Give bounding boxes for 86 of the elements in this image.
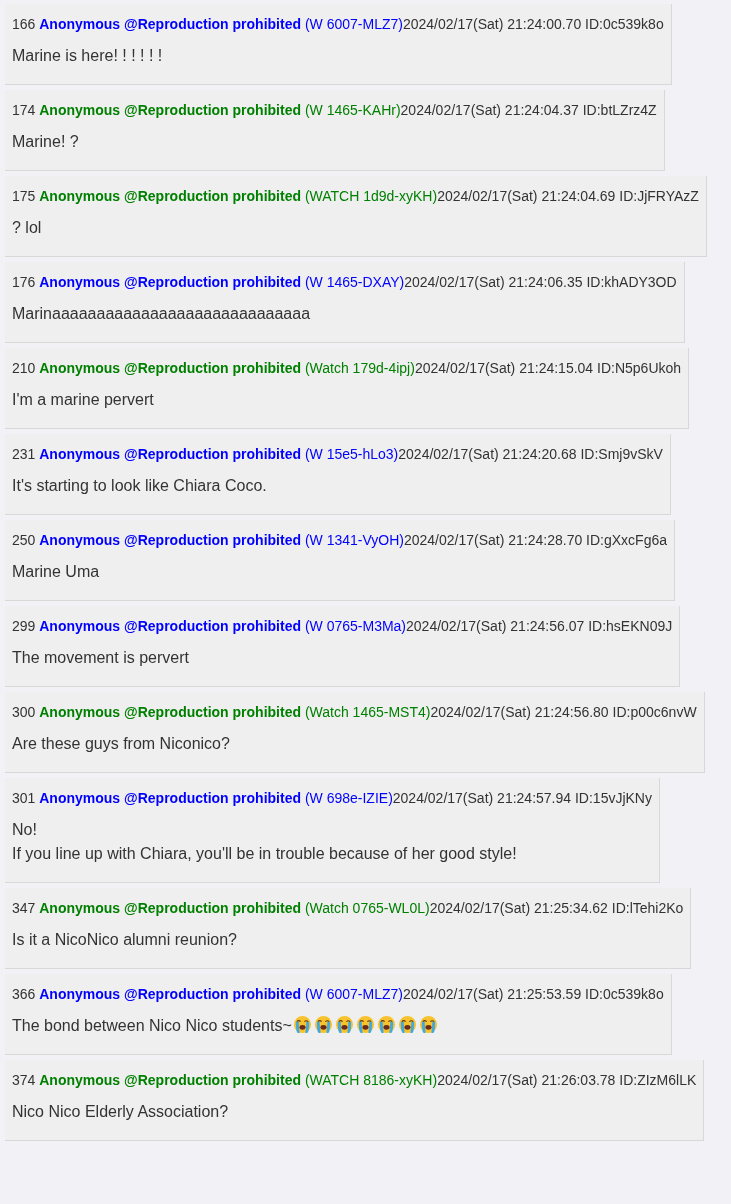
- post-text: The bond between Nico Nico students~: [12, 1017, 292, 1034]
- poster-tag: (W 698e-IZIE): [304, 790, 393, 806]
- post-date: 2024/02/17(Sat) 21:24:06.35: [404, 274, 583, 290]
- crying-face-icon: [397, 1015, 417, 1034]
- poster-name: Anonymous @Reproduction prohibited: [39, 16, 301, 32]
- post-text: I'm a marine pervert: [12, 391, 154, 408]
- poster-name: Anonymous @Reproduction prohibited: [39, 790, 301, 806]
- post-number: 231: [12, 446, 36, 462]
- post-date: 2024/02/17(Sat) 21:24:56.80: [430, 704, 609, 720]
- post-date: 2024/02/17(Sat) 21:24:28.70: [403, 532, 583, 548]
- poster-name: Anonymous @Reproduction prohibited: [39, 274, 301, 290]
- post-id: ID:0c539k8o: [585, 16, 664, 32]
- post-text: Marine! ?: [12, 133, 79, 150]
- poster-tag: (WATCH 1d9d-xyKH): [304, 188, 438, 204]
- poster-tag: (W 1465-DXAY): [304, 274, 405, 290]
- post-id: ID:Smj9vSkV: [580, 446, 663, 462]
- poster-name: Anonymous @Reproduction prohibited: [39, 102, 301, 118]
- poster-tag: (Watch 179d-4ipj): [304, 360, 415, 376]
- post-number: 347: [12, 900, 36, 916]
- post-id: ID:JjFRYAzZ: [619, 188, 699, 204]
- poster-tag: (W 6007-MLZ7): [304, 986, 403, 1002]
- post-number: 175: [12, 188, 36, 204]
- post-date: 2024/02/17(Sat) 21:25:34.62: [429, 900, 608, 916]
- post-date: 2024/02/17(Sat) 21:24:56.07: [406, 618, 585, 634]
- post-number: 166: [12, 16, 36, 32]
- poster-tag: (Watch 1465-MST4): [304, 704, 431, 720]
- poster-name: Anonymous @Reproduction prohibited: [39, 1072, 301, 1088]
- post-text: If you line up with Chiara, you'll be in trouble because of her good style!: [12, 845, 517, 862]
- post-number: 374: [12, 1072, 36, 1088]
- poster-name: Anonymous @Reproduction prohibited: [39, 188, 301, 204]
- crying-face-icon: [418, 1015, 438, 1034]
- post-id: ID:15vJjKNy: [574, 790, 652, 806]
- post-date: 2024/02/17(Sat) 21:24:15.04: [414, 360, 594, 376]
- post-date: 2024/02/17(Sat) 21:24:57.94: [392, 790, 572, 806]
- post-date: 2024/02/17(Sat) 21:24:00.70: [402, 16, 582, 32]
- post-number: 210: [12, 360, 36, 376]
- poster-tag: (W 6007-MLZ7): [304, 16, 403, 32]
- crying-face-icon: [292, 1015, 312, 1034]
- post-text: Marine is here! ! ! ! ! !: [12, 47, 163, 64]
- post-date: 2024/02/17(Sat) 21:24:04.37: [400, 102, 579, 118]
- poster-tag: (W 1465-KAHr): [304, 102, 401, 118]
- post-id: ID:gXxcFg6a: [586, 532, 668, 548]
- poster-name: Anonymous @Reproduction prohibited: [39, 618, 301, 634]
- post-id: ID:N5p6Ukoh: [597, 360, 682, 376]
- post-text: ? lol: [12, 219, 42, 236]
- post-number: 366: [12, 986, 36, 1002]
- post-text: The movement is pervert: [12, 649, 189, 666]
- poster-name: Anonymous @Reproduction prohibited: [39, 446, 301, 462]
- post-text: Are these guys from Niconico?: [12, 735, 230, 752]
- poster-tag: (WATCH 8186-xyKH): [304, 1072, 438, 1088]
- post-number: 301: [12, 790, 36, 806]
- poster-name: Anonymous @Reproduction prohibited: [39, 900, 301, 916]
- post-number: 299: [12, 618, 36, 634]
- post-id: ID:0c539k8o: [585, 986, 664, 1002]
- crying-face-icon: [376, 1015, 396, 1034]
- post-number: 250: [12, 532, 36, 548]
- post-number: 176: [12, 274, 36, 290]
- poster-name: Anonymous @Reproduction prohibited: [39, 704, 301, 720]
- post-date: 2024/02/17(Sat) 21:24:20.68: [398, 446, 577, 462]
- post-id: ID:khADY3OD: [586, 274, 677, 290]
- poster-tag: (Watch 0765-WL0L): [304, 900, 430, 916]
- poster-tag: (W 0765-M3Ma): [304, 618, 407, 634]
- post-id: ID:btLZrz4Z: [582, 102, 657, 118]
- crying-face-icon: [334, 1015, 354, 1034]
- post-text: Nico Nico Elderly Association?: [12, 1103, 229, 1120]
- post-id: ID:hsEKN09J: [588, 618, 673, 634]
- post-date: 2024/02/17(Sat) 21:26:03.78: [437, 1072, 616, 1088]
- crying-face-icon: [355, 1015, 375, 1034]
- post-id: ID:ZIzM6lLK: [619, 1072, 697, 1088]
- post-text: Marine Uma: [12, 563, 100, 580]
- post-number: 300: [12, 704, 36, 720]
- post-date: 2024/02/17(Sat) 21:24:04.69: [437, 188, 616, 204]
- poster-tag: (W 15e5-hLo3): [304, 446, 399, 462]
- poster-tag: (W 1341-VyOH): [304, 532, 404, 548]
- post-text: No!: [12, 821, 37, 838]
- poster-name: Anonymous @Reproduction prohibited: [39, 360, 301, 376]
- poster-name: Anonymous @Reproduction prohibited: [39, 532, 301, 548]
- poster-name: Anonymous @Reproduction prohibited: [39, 986, 301, 1002]
- post-number: 174: [12, 102, 36, 118]
- post-date: 2024/02/17(Sat) 21:25:53.59: [402, 986, 582, 1002]
- post-text: Marinaaaaaaaaaaaaaaaaaaaaaaaaaaaaa: [12, 305, 311, 322]
- crying-face-icon: [313, 1015, 333, 1034]
- post-id: ID:lTehi2Ko: [611, 900, 684, 916]
- post-id: ID:p00c6nvW: [612, 704, 697, 720]
- post-text: It's starting to look like Chiara Coco.: [12, 477, 267, 494]
- post-text: Is it a NicoNico alumni reunion?: [12, 931, 237, 948]
